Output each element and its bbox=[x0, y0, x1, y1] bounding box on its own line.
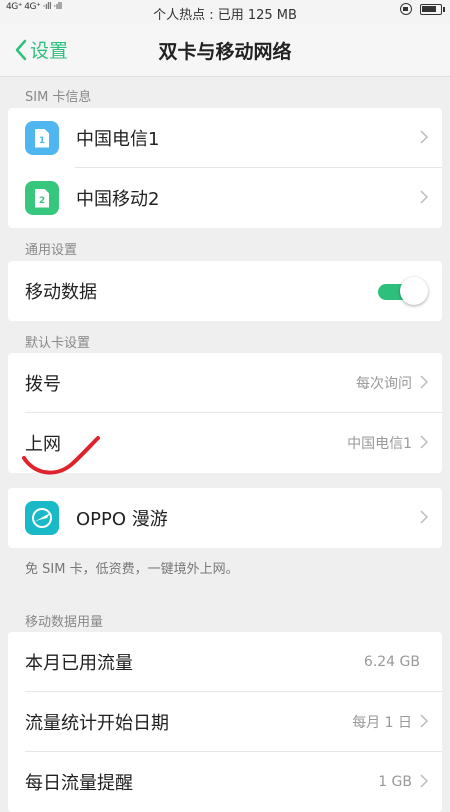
sim-item-2[interactable]: 2 中国移动2 bbox=[8, 168, 442, 228]
section-header-default: 默认卡设置 bbox=[25, 336, 91, 351]
daily-alert-row[interactable]: 每日流量提醒 1 GB bbox=[8, 752, 442, 812]
start-date-value: 每月 1 日 bbox=[352, 715, 412, 731]
section-header-sim: SIM 卡信息 bbox=[25, 90, 92, 105]
dial-label: 拨号 bbox=[25, 374, 61, 395]
monthly-usage-row[interactable]: 本月已用流量 6.24 GB bbox=[8, 632, 442, 692]
monthly-usage-value: 6.24 GB bbox=[363, 654, 420, 670]
default-settings-card: 拨号 每次询问 上网 中国电信1 bbox=[8, 353, 442, 473]
general-settings-card: 移动数据 bbox=[8, 261, 442, 321]
internet-value: 中国电信1 bbox=[347, 436, 412, 452]
chevron-right-icon bbox=[420, 375, 428, 389]
chevron-right-icon bbox=[420, 435, 428, 449]
chevron-right-icon bbox=[420, 774, 428, 788]
internet-label: 上网 bbox=[25, 434, 61, 455]
sim-card-list: 1 中国电信1 2 中国移动2 bbox=[8, 108, 442, 228]
chevron-right-icon bbox=[420, 510, 428, 524]
sim-item-label: 中国电信1 bbox=[76, 129, 160, 150]
rotation-lock-icon bbox=[400, 3, 412, 15]
daily-alert-value: 1 GB bbox=[378, 774, 412, 790]
mobile-data-row: 移动数据 bbox=[8, 261, 442, 321]
start-date-label: 流量统计开始日期 bbox=[25, 713, 169, 734]
dial-row[interactable]: 拨号 每次询问 bbox=[8, 353, 442, 413]
roaming-row[interactable]: OPPO 漫游 bbox=[8, 488, 442, 548]
sim-item-1[interactable]: 1 中国电信1 bbox=[8, 108, 442, 168]
section-header-general: 通用设置 bbox=[25, 243, 78, 258]
status-bar: 4G⁺ 4G⁺ ·ıll ·ıll 个人热点 : 已用 125 MB bbox=[0, 0, 450, 24]
start-date-row[interactable]: 流量统计开始日期 每月 1 日 bbox=[8, 692, 442, 752]
internet-row[interactable]: 上网 中国电信1 bbox=[8, 413, 442, 473]
page-title: 双卡与移动网络 bbox=[158, 41, 292, 63]
hotspot-status: 个人热点 : 已用 125 MB bbox=[153, 8, 297, 23]
sim-card-icon: 1 bbox=[25, 121, 59, 155]
chevron-right-icon bbox=[420, 130, 428, 144]
chevron-right-icon bbox=[420, 714, 428, 728]
mobile-data-toggle[interactable] bbox=[378, 277, 428, 305]
sim-card-icon: 2 bbox=[25, 181, 59, 215]
chevron-right-icon bbox=[420, 190, 428, 204]
battery-icon bbox=[420, 3, 445, 15]
nav-bar: 设置 双卡与移动网络 bbox=[0, 24, 450, 77]
daily-alert-label: 每日流量提醒 bbox=[25, 773, 133, 794]
roaming-label: OPPO 漫游 bbox=[76, 509, 168, 530]
roaming-card: OPPO 漫游 bbox=[8, 488, 442, 548]
section-header-usage: 移动数据用量 bbox=[25, 615, 104, 630]
mobile-data-label: 移动数据 bbox=[25, 282, 97, 303]
sim-item-label: 中国移动2 bbox=[76, 189, 160, 210]
roaming-note: 免 SIM 卡，低资费，一键境外上网。 bbox=[25, 562, 239, 577]
monthly-usage-label: 本月已用流量 bbox=[25, 653, 133, 674]
globe-plane-icon bbox=[25, 501, 59, 535]
usage-card: 本月已用流量 6.24 GB 流量统计开始日期 每月 1 日 每日流量提醒 1 … bbox=[8, 632, 442, 812]
dial-value: 每次询问 bbox=[356, 376, 412, 392]
